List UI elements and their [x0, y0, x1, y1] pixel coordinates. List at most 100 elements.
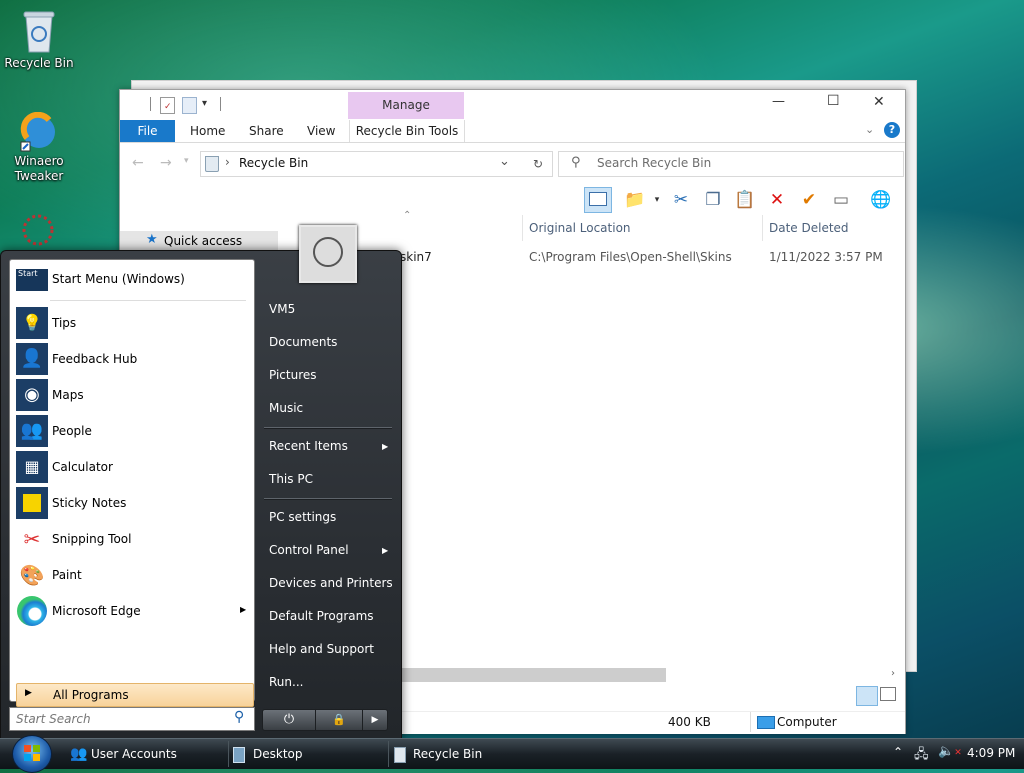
menu-this-pc[interactable]: This PC — [269, 468, 313, 490]
tab-file[interactable]: File — [120, 120, 175, 142]
minimize-button[interactable]: — — [772, 94, 785, 109]
copy-icon[interactable]: ❐ — [700, 187, 726, 213]
pinned-tips[interactable]: 💡 Tips — [14, 306, 250, 340]
computer-icon — [757, 716, 775, 729]
column-original-location[interactable]: Original Location — [522, 215, 763, 241]
menu-user-vm5[interactable]: VM5 — [269, 298, 295, 320]
breadcrumb[interactable]: Recycle Bin — [239, 156, 308, 170]
show-hidden-icons[interactable]: ⌃ — [893, 745, 903, 759]
nav-item-quick-access[interactable]: ★ Quick access — [120, 231, 278, 251]
pinned-label: Microsoft Edge — [52, 604, 141, 618]
menu-pc-settings[interactable]: PC settings — [269, 506, 336, 528]
preview-pane-button[interactable] — [584, 187, 612, 213]
pinned-people[interactable]: 👥 People — [14, 414, 250, 448]
menu-recent-items[interactable]: Recent Items — [269, 435, 348, 457]
address-dropdown-icon[interactable]: ⌄ — [499, 154, 510, 169]
pinned-calculator[interactable]: ▦ Calculator — [14, 450, 250, 484]
start-button[interactable] — [12, 735, 52, 773]
restore-icon[interactable]: ✔ — [796, 187, 822, 213]
divider — [264, 427, 392, 429]
customize-toolbar-icon[interactable]: ▾ — [202, 98, 207, 109]
arrow-right-icon: ▶ — [25, 688, 32, 698]
desktop-icon-partial[interactable] — [18, 210, 58, 250]
sticky-notes-icon — [16, 487, 48, 519]
maximize-button[interactable]: ☐ — [827, 93, 840, 109]
menu-music[interactable]: Music — [269, 397, 303, 419]
menu-help-support[interactable]: Help and Support — [269, 638, 374, 660]
pinned-feedback-hub[interactable]: 👤 Feedback Hub — [14, 342, 250, 376]
pinned-maps[interactable]: ◉ Maps — [14, 378, 250, 412]
quick-access-label: Quick access — [164, 234, 243, 248]
menu-run[interactable]: Run... — [269, 671, 303, 693]
power-options-arrow[interactable]: ▶ — [362, 709, 388, 731]
pinned-start-menu-windows[interactable]: Start Start Menu (Windows) — [14, 262, 250, 296]
pinned-sticky-notes[interactable]: Sticky Notes — [14, 486, 250, 520]
menu-pictures[interactable]: Pictures — [269, 364, 317, 386]
search-box[interactable]: ⚲ Search Recycle Bin — [558, 151, 904, 177]
delete-icon[interactable]: ✕ — [764, 187, 790, 213]
taskbar-item-recycle-bin[interactable]: Recycle Bin — [388, 741, 549, 767]
shutdown-button[interactable]: ⏻ — [262, 709, 316, 731]
back-button[interactable]: ← — [132, 155, 144, 171]
forward-button[interactable]: → — [160, 155, 172, 171]
status-size: 400 KB — [668, 715, 711, 729]
desktop-icon-winaero-tweaker[interactable]: Winaero Tweaker — [4, 111, 74, 184]
all-programs-button[interactable]: ▶ All Programs — [16, 683, 254, 707]
divider — [264, 498, 392, 500]
details-view-button[interactable] — [856, 686, 878, 706]
pinned-paint[interactable]: 🎨 Paint — [14, 558, 250, 592]
address-bar[interactable]: › Recycle Bin ⌄ — [200, 151, 550, 177]
star-icon: ★ — [146, 232, 158, 247]
tab-home[interactable]: Home — [190, 120, 225, 142]
recent-locations-button[interactable]: ▾ — [184, 156, 189, 166]
dropdown-icon[interactable]: ▾ — [644, 187, 670, 213]
large-icons-view-button[interactable] — [880, 687, 896, 701]
pinned-label: Maps — [52, 388, 84, 402]
power-buttons: ⏻ 🔒 ▶ — [262, 709, 388, 731]
scroll-right-icon[interactable]: › — [891, 668, 895, 679]
properties-icon[interactable]: ▭ — [828, 187, 854, 213]
pinned-snipping-tool[interactable]: ✂ Snipping Tool — [14, 522, 250, 556]
all-programs-label: All Programs — [53, 688, 129, 702]
volume-muted-icon[interactable]: 🔈✕ — [938, 744, 962, 759]
new-folder-icon[interactable] — [182, 97, 197, 114]
paint-icon: 🎨 — [19, 563, 45, 587]
menu-control-panel[interactable]: Control Panel — [269, 539, 349, 561]
refresh-button[interactable]: ↻ — [524, 151, 553, 177]
taskbar-item-desktop[interactable]: Desktop — [228, 741, 384, 767]
tab-share[interactable]: Share — [249, 120, 284, 142]
menu-documents[interactable]: Documents — [269, 331, 337, 353]
network-icon[interactable]: 🖧 — [914, 745, 929, 767]
paste-icon[interactable]: 📋 — [732, 187, 758, 213]
menu-default-programs[interactable]: Default Programs — [269, 605, 374, 627]
desktop-icon-recycle-bin[interactable]: Recycle Bin — [4, 8, 74, 71]
separator-icon — [150, 97, 151, 111]
manage-context-tab[interactable]: Manage — [348, 92, 464, 119]
help-icon[interactable]: ? — [884, 122, 900, 138]
lock-button[interactable]: 🔒 — [315, 709, 363, 731]
user-picture[interactable] — [299, 225, 357, 283]
column-date-deleted[interactable]: Date Deleted — [762, 215, 903, 241]
file-date-deleted: 1/11/2022 3:57 PM — [769, 250, 883, 264]
tab-view[interactable]: View — [307, 120, 335, 142]
submenu-arrow-icon: ▶ — [240, 605, 247, 614]
pinned-label: People — [52, 424, 92, 438]
pinned-label: Calculator — [52, 460, 113, 474]
clock[interactable]: 4:09 PM — [967, 746, 1015, 760]
menu-devices-printers[interactable]: Devices and Printers — [269, 572, 393, 594]
properties-icon[interactable]: ✓ — [160, 97, 175, 114]
close-button[interactable]: ✕ — [873, 94, 885, 110]
cut-icon[interactable]: ✂ — [668, 187, 694, 213]
horizontal-scrollbar[interactable] — [400, 668, 666, 682]
taskbar-item-user-accounts[interactable]: 👥 User Accounts — [66, 741, 226, 767]
start-search-input[interactable]: Start Search ⚲ — [9, 707, 255, 731]
chevron-down-icon[interactable]: ⌄ — [865, 123, 874, 136]
globe-icon[interactable]: 🌐 — [868, 187, 894, 213]
file-name[interactable]: skin7 — [400, 250, 432, 264]
pinned-label: Paint — [52, 568, 82, 582]
windows-logo-icon — [24, 745, 40, 761]
pinned-microsoft-edge[interactable]: Microsoft Edge ▶ — [14, 594, 250, 628]
tab-recycle-bin-tools[interactable]: Recycle Bin Tools — [349, 120, 465, 142]
taskbar-label: Recycle Bin — [413, 747, 483, 761]
recycle-bin-icon — [205, 156, 219, 172]
